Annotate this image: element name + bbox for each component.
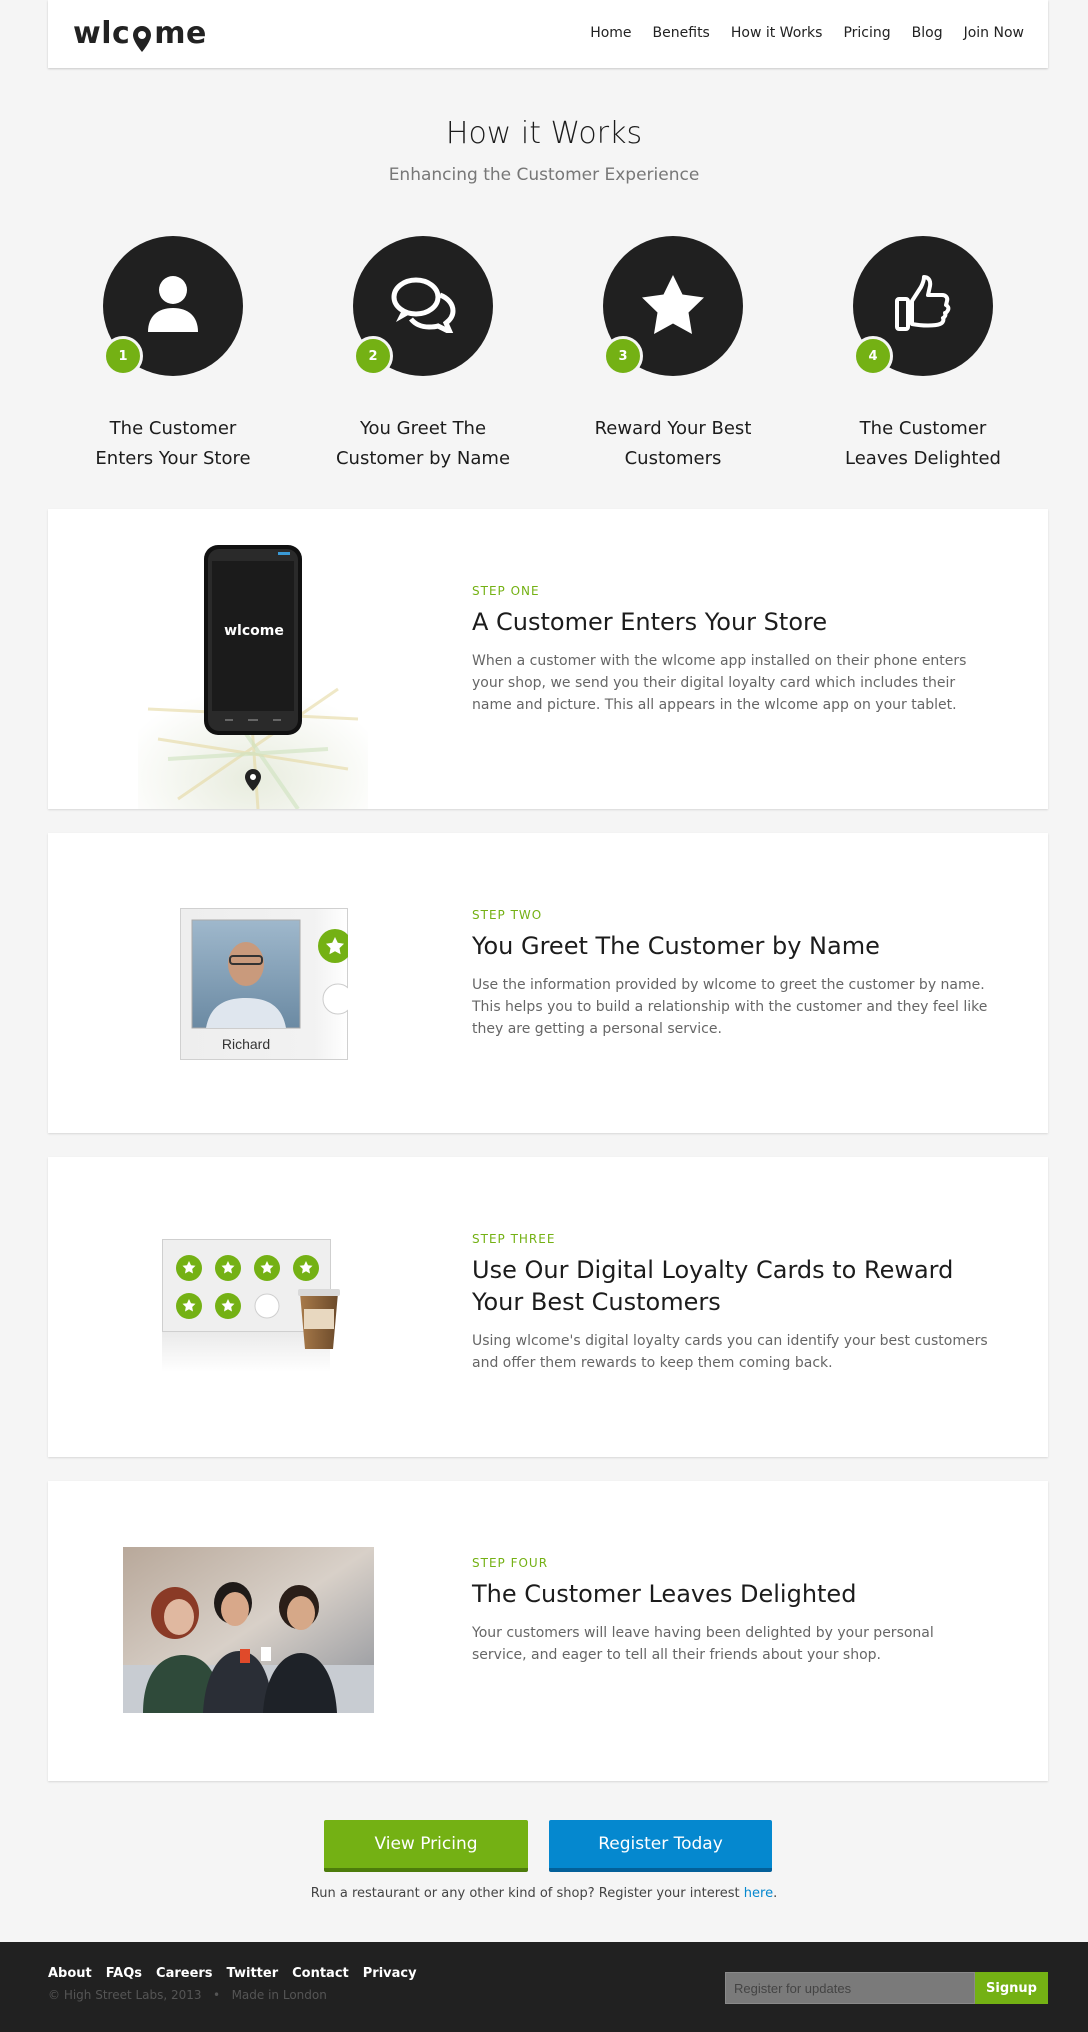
nav-pricing[interactable]: Pricing	[843, 25, 890, 41]
step-number-badge: 4	[853, 336, 893, 376]
page-title: How it Works	[445, 116, 643, 151]
made-in-text: Made in London	[231, 1988, 327, 2002]
step-one-card: wlcome STEP ONE A Customer Enters Your S…	[48, 509, 1048, 811]
footer-links: About FAQs Careers Twitter Contact Priva…	[48, 1966, 417, 1981]
view-pricing-button[interactable]: View Pricing	[324, 1820, 528, 1872]
step-two-text: STEP TWO You Greet The Customer by Name …	[472, 908, 992, 1040]
register-interest-link[interactable]: here	[744, 1886, 773, 1901]
step-overview-2: 2 You Greet The Customer by Name	[298, 236, 548, 474]
step-kicker: STEP THREE	[472, 1232, 556, 1246]
step-label: Reward Your Best Customers	[594, 418, 752, 469]
step-kicker: STEP FOUR	[472, 1556, 549, 1570]
site-header: wlc me Home Benefits How it Works Pricin…	[48, 0, 1048, 68]
phone-illustration: wlcome	[138, 509, 368, 811]
chat-bubbles-icon	[390, 275, 456, 338]
step-kicker: STEP ONE	[472, 584, 540, 598]
nav-home[interactable]: Home	[590, 25, 631, 41]
user-icon	[146, 274, 200, 338]
profile-card-illustration: Richard	[180, 908, 354, 1060]
footer-link-faqs[interactable]: FAQs	[106, 1966, 142, 1981]
step-overview-1: 1 The Customer Enters Your Store	[48, 236, 298, 474]
register-interest-note: Run a restaurant or any other kind of sh…	[0, 1886, 1088, 1901]
main-nav: Home Benefits How it Works Pricing Blog …	[590, 25, 1024, 41]
loyalty-card-illustration	[162, 1239, 352, 1375]
note-text: Run a restaurant or any other kind of sh…	[310, 1886, 744, 1901]
step-three-card: STEP THREE Use Our Digital Loyalty Cards…	[48, 1157, 1048, 1457]
step-four-text: STEP FOUR The Customer Leaves Delighted …	[472, 1556, 992, 1666]
nav-benefits[interactable]: Benefits	[653, 25, 710, 41]
footer-link-about[interactable]: About	[48, 1966, 92, 1981]
step-one-text: STEP ONE A Customer Enters Your Store Wh…	[472, 584, 992, 716]
pin-icon	[131, 24, 153, 54]
site-footer: About FAQs Careers Twitter Contact Priva…	[0, 1942, 1088, 2032]
step-body: Using wlcome's digital loyalty cards you…	[472, 1333, 988, 1371]
step-number-badge: 2	[353, 336, 393, 376]
logo[interactable]: wlc me	[73, 16, 207, 54]
step-body: Use the information provided by wlcome t…	[472, 977, 988, 1037]
footer-link-careers[interactable]: Careers	[156, 1966, 213, 1981]
step-body: Your customers will leave having been de…	[472, 1625, 934, 1663]
step-overview-3: 3 Reward Your Best Customers	[548, 236, 798, 474]
footer-link-privacy[interactable]: Privacy	[363, 1966, 417, 1981]
step-number-badge: 1	[103, 336, 143, 376]
step-title: A Customer Enters Your Store	[472, 608, 828, 636]
footer-link-contact[interactable]: Contact	[292, 1966, 349, 1981]
step-title: The Customer Leaves Delighted	[472, 1580, 857, 1608]
page-subtitle: Enhancing the Customer Experience	[388, 165, 700, 185]
step-circle: 3	[603, 236, 743, 376]
profile-name: Richard	[221, 1036, 271, 1052]
phone-logo: wlcome	[224, 623, 284, 639]
step-body: When a customer with the wlcome app inst…	[472, 653, 967, 713]
step-label: The Customer Leaves Delighted	[845, 418, 1001, 469]
step-four-card: STEP FOUR The Customer Leaves Delighted …	[48, 1481, 1048, 1781]
step-two-card: Richard STEP TWO You Greet The Customer …	[48, 833, 1048, 1133]
step-overview-4: 4 The Customer Leaves Delighted	[798, 236, 1048, 474]
thumbs-up-icon	[894, 275, 952, 337]
register-today-button[interactable]: Register Today	[549, 1820, 772, 1872]
step-kicker: STEP TWO	[472, 908, 543, 922]
happy-customers-photo	[123, 1547, 374, 1713]
logo-text-right: me	[154, 16, 207, 51]
nav-join-now[interactable]: Join Now	[964, 25, 1024, 41]
step-label: You Greet The Customer by Name	[335, 418, 511, 469]
star-icon	[641, 273, 705, 339]
step-number-badge: 3	[603, 336, 643, 376]
step-title: Use Our Digital Loyalty Cards to Reward …	[472, 1256, 954, 1316]
nav-blog[interactable]: Blog	[912, 25, 943, 41]
footer-copyright: © High Street Labs, 2013 • Made in Londo…	[48, 1988, 327, 2002]
nav-how-it-works[interactable]: How it Works	[731, 25, 823, 41]
step-label: The Customer Enters Your Store	[95, 418, 251, 469]
step-circle: 4	[853, 236, 993, 376]
logo-text-left: wlc	[73, 16, 131, 51]
copyright-text: © High Street Labs, 2013	[48, 1988, 202, 2002]
step-three-text: STEP THREE Use Our Digital Loyalty Cards…	[472, 1232, 992, 1374]
note-end: .	[773, 1886, 778, 1901]
separator-dot: •	[205, 1988, 228, 2002]
step-circle: 2	[353, 236, 493, 376]
register-updates-input[interactable]	[725, 1972, 975, 2004]
step-circle: 1	[103, 236, 243, 376]
signup-button[interactable]: Signup	[975, 1972, 1048, 2004]
footer-link-twitter[interactable]: Twitter	[227, 1966, 279, 1981]
step-title: You Greet The Customer by Name	[472, 932, 880, 960]
